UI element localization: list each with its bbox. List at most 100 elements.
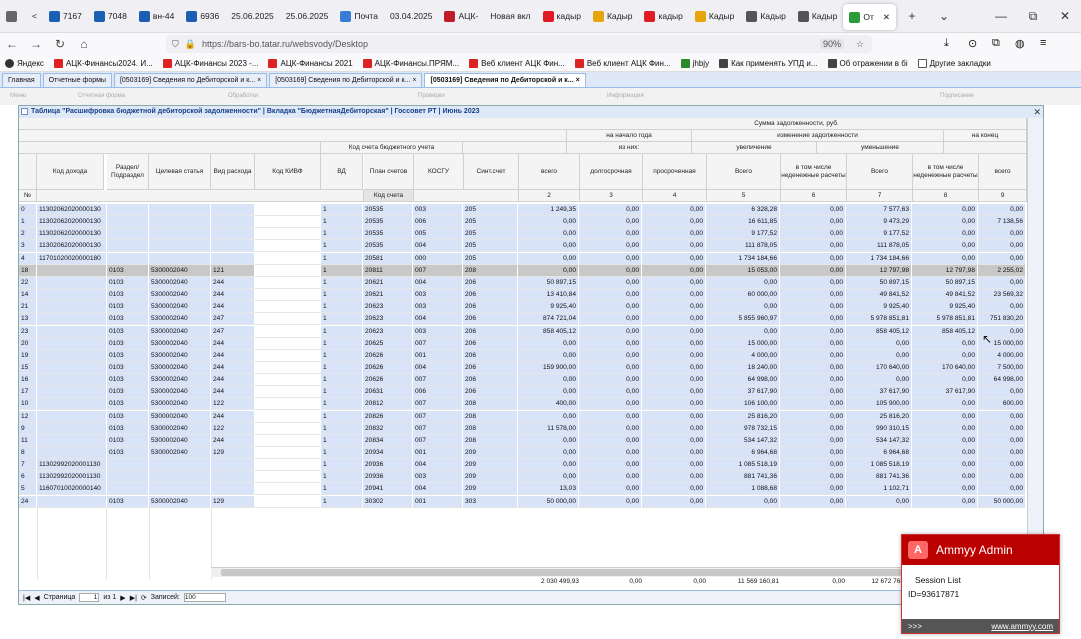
zoom-badge[interactable]: 90% bbox=[819, 39, 844, 49]
last-page-icon[interactable]: ▶| bbox=[130, 594, 137, 602]
browser-tab[interactable]: 6936 bbox=[180, 0, 225, 33]
app-tab[interactable]: Главная bbox=[2, 72, 41, 87]
bookmark-item[interactable]: АЦК-Финансы 2023 -... bbox=[158, 58, 264, 68]
browser-tab[interactable]: 25.06.2025 bbox=[225, 0, 280, 33]
browser-tab[interactable]: 7167 bbox=[43, 0, 88, 33]
bookmark-star-icon[interactable]: ☆ bbox=[856, 39, 864, 50]
browser-tab[interactable]: вн-44 bbox=[133, 0, 181, 33]
app-tab[interactable]: [0503169] Сведения по Дебиторской и к...… bbox=[113, 72, 268, 87]
menu-icon[interactable]: ≡ bbox=[1040, 37, 1046, 49]
back-icon[interactable]: ← bbox=[0, 37, 24, 51]
table-row[interactable]: 14 0103 5300002040 244 1 20621 003 206 13 410,84… bbox=[19, 289, 1027, 302]
browser-tab[interactable]: Новая вкл bbox=[484, 0, 536, 33]
table-row[interactable]: 9 0103 5300002040 122 1 20832 007 208 11 578,00 0… bbox=[19, 422, 1027, 435]
bookmark-item[interactable]: Об отражении в бі bbox=[823, 58, 913, 68]
extensions-icon[interactable]: ⧉ bbox=[992, 37, 1000, 50]
table-row[interactable]: 0 11302062020000130 1 20535 003 205 1 249,35 0,… bbox=[19, 204, 1027, 216]
address-bar[interactable]: ⛉ 🔒 https://bars-bo.tatar.ru/websvody/De… bbox=[166, 35, 872, 53]
table-row[interactable]: 20 0103 5300002040 244 1 20625 007 206 0,00 0,00 0… bbox=[19, 337, 1027, 350]
app-tab[interactable]: [0503169] Сведения по Дебиторской и к...… bbox=[269, 72, 423, 87]
close-window-icon[interactable]: ✕ bbox=[1049, 9, 1081, 23]
table-row[interactable]: 2 11302062020000130 1 20535 005 205 0,00 0,00 0,… bbox=[19, 228, 1027, 241]
close-tab-icon[interactable]: ✕ bbox=[883, 12, 890, 23]
browser-tab[interactable]: 7048 bbox=[88, 0, 133, 33]
table-cell: 0103 bbox=[107, 276, 149, 289]
close-tab-icon[interactable]: × bbox=[576, 77, 580, 84]
page-input[interactable]: 1 bbox=[79, 593, 100, 602]
table-row[interactable]: 11 0103 5300002040 244 1 20834 007 208 0,00 0,00 0… bbox=[19, 434, 1027, 447]
account-icon[interactable]: ⊙ bbox=[968, 37, 977, 50]
refresh-icon[interactable]: ⟳ bbox=[141, 594, 147, 602]
table-row[interactable]: 4 11701020020000180 1 20581 000 205 0,00 0,00 0,… bbox=[19, 252, 1027, 265]
browser-tab[interactable]: Кадыр bbox=[792, 0, 843, 33]
table-row[interactable]: 17 0103 5300002040 244 1 20631 006 206 0,00 0,00 0… bbox=[19, 386, 1027, 399]
table-row[interactable]: 1 11302062020000130 1 20535 006 205 0,00 0,00 0,… bbox=[19, 216, 1027, 229]
browser-tab[interactable]: Кадыр bbox=[587, 0, 638, 33]
vertical-scrollbar[interactable] bbox=[1027, 118, 1043, 588]
browser-tab[interactable]: кадыр bbox=[638, 0, 688, 33]
table-row[interactable]: 21 0103 5300002040 244 1 20623 003 206 9 925,40 0… bbox=[19, 301, 1027, 314]
minimize-icon[interactable]: — bbox=[985, 9, 1017, 23]
bookmark-item[interactable]: АЦК-Финансы 2021 bbox=[263, 58, 357, 68]
bookmark-item[interactable]: Как применять УПД и... bbox=[714, 58, 822, 68]
bookmark-item[interactable]: Веб клиент АЦК Фин... bbox=[570, 58, 676, 68]
scroll-thumb[interactable] bbox=[221, 569, 901, 576]
browser-tab[interactable]: < bbox=[26, 0, 43, 33]
home-icon[interactable]: ⌂ bbox=[72, 37, 96, 51]
bookmark-item[interactable]: АЦК-Финансы.ПРЯМ... bbox=[358, 58, 464, 68]
app-tab[interactable]: [0503169] Сведения по Дебиторской и к...… bbox=[424, 72, 586, 87]
download-icon[interactable]: ⤓ bbox=[944, 37, 949, 50]
restore-icon[interactable]: ⧉ bbox=[1017, 9, 1049, 24]
reload-icon[interactable]: ↻ bbox=[48, 37, 72, 51]
table-row[interactable]: 6 11302992020001130 1 20936 003 209 0,00 0,00 0,… bbox=[19, 471, 1027, 484]
ammyy-website-link[interactable]: www.ammyy.com bbox=[991, 622, 1053, 631]
browser-tab[interactable]: АЦК- bbox=[438, 0, 484, 33]
table-row[interactable]: 15 0103 5300002040 244 1 20626 004 206 159 900,0… bbox=[19, 361, 1027, 374]
table-row[interactable]: 18 0103 5300002040 121 1 20811 007 208 0,00 0,00 0… bbox=[19, 264, 1027, 277]
browser-tab[interactable]: кадыр bbox=[537, 0, 587, 33]
menu-item[interactable]: Обработки bbox=[228, 93, 258, 99]
close-tab-icon[interactable]: × bbox=[257, 77, 261, 84]
prev-page-icon[interactable]: ◀ bbox=[34, 594, 39, 602]
new-tab-icon[interactable]: + bbox=[896, 9, 928, 23]
menu-item[interactable]: Подписание bbox=[940, 93, 974, 99]
bookmark-item[interactable]: Другие закладки bbox=[913, 58, 996, 68]
bookmark-item[interactable]: Веб клиент АЦК Фин... bbox=[464, 58, 570, 68]
browser-tab[interactable] bbox=[0, 0, 26, 33]
close-icon[interactable]: ✕ bbox=[1033, 106, 1041, 118]
table-row[interactable]: 7 11302992020001130 1 20936 004 209 0,00 0,00 0,… bbox=[19, 459, 1027, 472]
forward-icon[interactable]: → bbox=[24, 37, 48, 51]
menu-item[interactable]: Информация bbox=[607, 93, 644, 99]
bookmark-item[interactable]: АЦК-Финансы2024. И... bbox=[49, 58, 158, 68]
table-row[interactable]: 23 0103 5300002040 247 1 20623 003 206 858 405,1… bbox=[19, 325, 1027, 338]
browser-tab[interactable]: 03.04.2025 bbox=[384, 0, 439, 33]
browser-tab[interactable]: Почта bbox=[334, 0, 384, 33]
menu-item[interactable]: Меню bbox=[10, 93, 26, 99]
menu-item[interactable]: Отчетная форма bbox=[78, 93, 125, 99]
vpn-icon[interactable]: ◍ bbox=[1015, 37, 1025, 50]
table-row[interactable]: 19 0103 5300002040 244 1 20626 001 206 0,00 0,00 0… bbox=[19, 349, 1027, 362]
table-row[interactable]: 22 0103 5300002040 244 1 20621 004 206 50 897,15… bbox=[19, 276, 1027, 289]
close-tab-icon[interactable]: × bbox=[412, 77, 416, 84]
more-link[interactable]: >>> bbox=[908, 622, 922, 631]
table-row[interactable]: 12 0103 5300002040 244 1 20826 007 208 0,00 0,00 0… bbox=[19, 410, 1027, 423]
table-row[interactable]: 3 11302062020000130 1 20535 004 205 0,00 0,00 0,… bbox=[19, 240, 1027, 253]
app-tab[interactable]: Отчетные формы bbox=[42, 72, 112, 87]
browser-tab[interactable]: Кадыр bbox=[740, 0, 791, 33]
bookmark-item[interactable]: jhbjy bbox=[676, 58, 714, 68]
tab-list-dropdown-icon[interactable]: ⌄ bbox=[928, 9, 960, 23]
table-row[interactable]: 16 0103 5300002040 244 1 20626 007 206 0,00 0,00 0… bbox=[19, 374, 1027, 387]
bookmark-item[interactable]: Яндекс bbox=[0, 58, 49, 68]
next-page-icon[interactable]: ▶ bbox=[120, 594, 125, 602]
menu-item[interactable]: Проверки bbox=[418, 93, 445, 99]
table-row[interactable]: 10 0103 5300002040 122 1 20812 007 208 400,00 0,0… bbox=[19, 398, 1027, 411]
browser-tab[interactable]: От ✕ bbox=[843, 4, 896, 30]
first-page-icon[interactable]: |◀ bbox=[23, 594, 30, 602]
browser-tab[interactable]: Кадыр bbox=[689, 0, 740, 33]
table-row[interactable]: 24 0103 5300002040 129 1 30302 001 303 50 000,00… bbox=[19, 495, 1027, 508]
table-row[interactable]: 5 11607010020000140 1 20941 004 209 13,03 0,00 0… bbox=[19, 483, 1027, 496]
table-row[interactable]: 8 0103 5300002040 129 1 20934 001 209 0,00 0,00 0,… bbox=[19, 447, 1027, 459]
table-row[interactable]: 13 0103 5300002040 247 1 20623 004 206 874 721,0… bbox=[19, 313, 1027, 326]
browser-tab[interactable]: 25.06.2025 bbox=[280, 0, 335, 33]
records-select[interactable]: 100 bbox=[183, 593, 226, 602]
